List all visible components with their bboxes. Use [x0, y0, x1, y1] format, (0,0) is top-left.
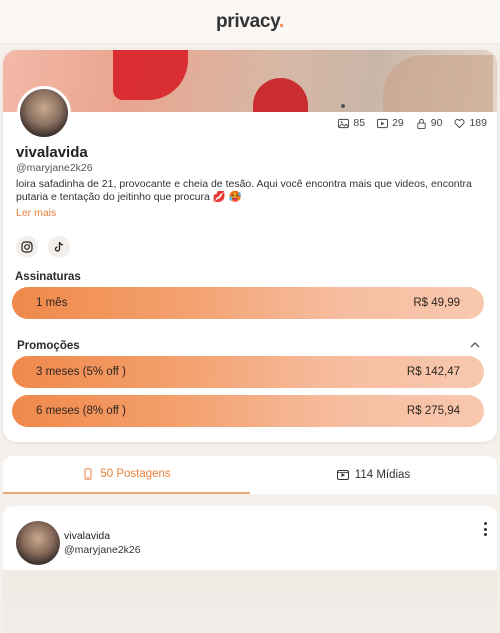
plan-price: R$ 142,47 — [406, 366, 460, 378]
stat-likes: 189 — [454, 117, 487, 129]
post-card: vivalavida @maryjane2k26 — [3, 506, 497, 570]
stat-videos: 29 — [377, 117, 404, 129]
carousel-dot — [341, 104, 345, 108]
instagram-icon — [21, 241, 33, 253]
promotions-title: Promoções — [17, 340, 80, 352]
content-tabs: 50 Postagens 114 Mídias — [3, 456, 497, 494]
profile-name: vivalavida — [16, 144, 88, 161]
plan-6-months[interactable]: 6 meses (8% off ) R$ 275,94 — [12, 395, 484, 427]
subscriptions-title: Assinaturas — [15, 271, 81, 283]
media-icon — [336, 470, 349, 480]
post-author-handle: @maryjane2k26 — [64, 544, 141, 556]
profile-banner[interactable] — [3, 50, 497, 112]
plan-price: R$ 49,99 — [413, 297, 460, 309]
plan-1-month[interactable]: 1 mês R$ 49,99 — [12, 287, 484, 319]
plan-label: 6 meses (8% off ) — [36, 405, 126, 417]
privacy-logo[interactable]: privacy. — [216, 11, 284, 33]
profile-bio: loira safadinha de 21, provocante e chei… — [16, 178, 472, 203]
profile-avatar[interactable] — [17, 86, 71, 140]
tab-media[interactable]: 114 Mídias — [250, 456, 497, 494]
chevron-up-icon[interactable] — [468, 338, 482, 352]
profile-stats: 85 29 90 189 — [338, 117, 487, 129]
post-avatar[interactable] — [16, 521, 60, 565]
plan-price: R$ 275,94 — [406, 405, 460, 417]
stat-images: 85 — [338, 117, 365, 129]
plan-label: 1 mês — [36, 297, 68, 309]
read-more-link[interactable]: Ler mais — [16, 207, 56, 219]
plan-3-months[interactable]: 3 meses (5% off ) R$ 142,47 — [12, 356, 484, 388]
post-author-name[interactable]: vivalavida — [64, 530, 110, 542]
profile-card: 85 29 90 189 vivalavida @maryjane2k26 lo… — [3, 50, 497, 442]
post-media[interactable] — [3, 570, 497, 633]
plan-label: 3 meses (5% off ) — [36, 366, 126, 378]
profile-handle: @maryjane2k26 — [16, 162, 93, 174]
top-bar: privacy. — [0, 0, 500, 44]
video-icon — [377, 118, 389, 128]
image-icon — [338, 118, 350, 128]
lock-icon — [417, 118, 426, 129]
tiktok-button[interactable] — [48, 236, 70, 258]
heart-icon — [454, 118, 466, 128]
tiktok-icon — [54, 241, 64, 252]
instagram-button[interactable] — [16, 236, 38, 258]
phone-icon — [84, 468, 92, 480]
tab-posts[interactable]: 50 Postagens — [3, 456, 250, 494]
stat-locked: 90 — [416, 117, 442, 129]
more-options-icon[interactable] — [483, 522, 487, 536]
